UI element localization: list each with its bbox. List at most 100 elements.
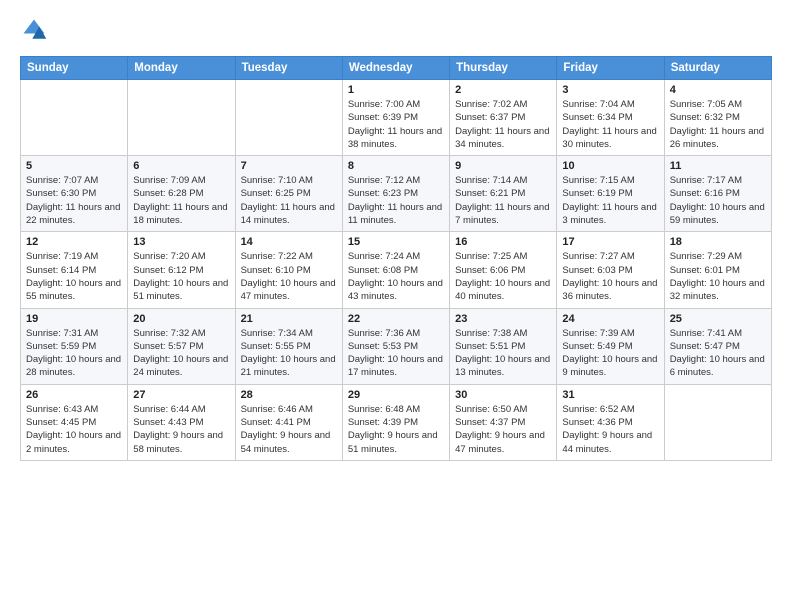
day-number: 11 (670, 160, 766, 172)
day-number: 9 (455, 160, 551, 172)
day-info: Sunrise: 6:44 AMSunset: 4:43 PMDaylight:… (133, 403, 229, 456)
day-number: 1 (348, 84, 444, 96)
day-of-week-header: Thursday (450, 57, 557, 80)
calendar-cell: 26 Sunrise: 6:43 AMSunset: 4:45 PMDayligh… (21, 384, 128, 460)
day-info: Sunrise: 6:50 AMSunset: 4:37 PMDaylight:… (455, 403, 551, 456)
calendar-week-row: 19 Sunrise: 7:31 AMSunset: 5:59 PMDayligh… (21, 308, 772, 384)
calendar-cell: 29 Sunrise: 6:48 AMSunset: 4:39 PMDayligh… (342, 384, 449, 460)
day-number: 2 (455, 84, 551, 96)
day-number: 8 (348, 160, 444, 172)
day-info: Sunrise: 7:02 AMSunset: 6:37 PMDaylight:… (455, 98, 551, 151)
logo (20, 16, 52, 44)
day-number: 15 (348, 236, 444, 248)
day-number: 29 (348, 389, 444, 401)
day-info: Sunrise: 7:27 AMSunset: 6:03 PMDaylight:… (562, 250, 658, 303)
logo-icon (20, 16, 48, 44)
calendar-cell: 17 Sunrise: 7:27 AMSunset: 6:03 PMDayligh… (557, 232, 664, 308)
day-info: Sunrise: 7:29 AMSunset: 6:01 PMDaylight:… (670, 250, 766, 303)
calendar-cell: 5 Sunrise: 7:07 AMSunset: 6:30 PMDaylight… (21, 156, 128, 232)
calendar-cell: 4Sunrise: 7:05 AMSunset: 6:32 PMDaylight… (664, 80, 771, 156)
calendar-cell: 18 Sunrise: 7:29 AMSunset: 6:01 PMDayligh… (664, 232, 771, 308)
day-number: 18 (670, 236, 766, 248)
day-info: Sunrise: 7:07 AMSunset: 6:30 PMDaylight:… (26, 174, 122, 227)
calendar-cell: 25 Sunrise: 7:41 AMSunset: 5:47 PMDayligh… (664, 308, 771, 384)
day-number: 20 (133, 313, 229, 325)
day-info: Sunrise: 7:38 AMSunset: 5:51 PMDaylight:… (455, 327, 551, 380)
day-number: 12 (26, 236, 122, 248)
day-number: 31 (562, 389, 658, 401)
calendar-week-row: 5 Sunrise: 7:07 AMSunset: 6:30 PMDaylight… (21, 156, 772, 232)
calendar-cell: 3 Sunrise: 7:04 AMSunset: 6:34 PMDaylight… (557, 80, 664, 156)
calendar-cell: 10 Sunrise: 7:15 AMSunset: 6:19 PMDayligh… (557, 156, 664, 232)
day-number: 24 (562, 313, 658, 325)
day-number: 26 (26, 389, 122, 401)
day-info: Sunrise: 7:09 AMSunset: 6:28 PMDaylight:… (133, 174, 229, 227)
days-header-row: SundayMondayTuesdayWednesdayThursdayFrid… (21, 57, 772, 80)
calendar-cell: 15 Sunrise: 7:24 AMSunset: 6:08 PMDayligh… (342, 232, 449, 308)
calendar-cell: 31Sunrise: 6:52 AMSunset: 4:36 PMDayligh… (557, 384, 664, 460)
calendar-cell: 13 Sunrise: 7:20 AMSunset: 6:12 PMDayligh… (128, 232, 235, 308)
calendar-cell: 6 Sunrise: 7:09 AMSunset: 6:28 PMDaylight… (128, 156, 235, 232)
day-info: Sunrise: 6:46 AMSunset: 4:41 PMDaylight:… (241, 403, 337, 456)
day-number: 3 (562, 84, 658, 96)
day-number: 27 (133, 389, 229, 401)
day-info: Sunrise: 7:22 AMSunset: 6:10 PMDaylight:… (241, 250, 337, 303)
calendar-week-row: 1 Sunrise: 7:00 AMSunset: 6:39 PMDaylight… (21, 80, 772, 156)
day-info: Sunrise: 7:34 AMSunset: 5:55 PMDaylight:… (241, 327, 337, 380)
day-info: Sunrise: 7:20 AMSunset: 6:12 PMDaylight:… (133, 250, 229, 303)
calendar-cell: 11Sunrise: 7:17 AMSunset: 6:16 PMDayligh… (664, 156, 771, 232)
calendar-cell (664, 384, 771, 460)
day-info: Sunrise: 7:10 AMSunset: 6:25 PMDaylight:… (241, 174, 337, 227)
day-number: 13 (133, 236, 229, 248)
calendar-cell: 16Sunrise: 7:25 AMSunset: 6:06 PMDayligh… (450, 232, 557, 308)
calendar-cell: 21 Sunrise: 7:34 AMSunset: 5:55 PMDayligh… (235, 308, 342, 384)
calendar-cell: 19 Sunrise: 7:31 AMSunset: 5:59 PMDayligh… (21, 308, 128, 384)
calendar-cell: 2 Sunrise: 7:02 AMSunset: 6:37 PMDaylight… (450, 80, 557, 156)
day-info: Sunrise: 7:00 AMSunset: 6:39 PMDaylight:… (348, 98, 444, 151)
day-of-week-header: Friday (557, 57, 664, 80)
day-number: 5 (26, 160, 122, 172)
day-info: Sunrise: 6:43 AMSunset: 4:45 PMDaylight:… (26, 403, 122, 456)
day-info: Sunrise: 7:14 AMSunset: 6:21 PMDaylight:… (455, 174, 551, 227)
header (20, 16, 772, 44)
calendar-cell: 1 Sunrise: 7:00 AMSunset: 6:39 PMDaylight… (342, 80, 449, 156)
day-of-week-header: Monday (128, 57, 235, 80)
day-info: Sunrise: 7:25 AMSunset: 6:06 PMDaylight:… (455, 250, 551, 303)
day-number: 10 (562, 160, 658, 172)
calendar-cell (128, 80, 235, 156)
calendar-cell (235, 80, 342, 156)
day-number: 21 (241, 313, 337, 325)
day-info: Sunrise: 6:48 AMSunset: 4:39 PMDaylight:… (348, 403, 444, 456)
calendar-cell: 22 Sunrise: 7:36 AMSunset: 5:53 PMDayligh… (342, 308, 449, 384)
day-number: 25 (670, 313, 766, 325)
calendar-table: SundayMondayTuesdayWednesdayThursdayFrid… (20, 56, 772, 461)
day-number: 19 (26, 313, 122, 325)
calendar-cell: 28Sunrise: 6:46 AMSunset: 4:41 PMDayligh… (235, 384, 342, 460)
day-info: Sunrise: 7:39 AMSunset: 5:49 PMDaylight:… (562, 327, 658, 380)
day-number: 4 (670, 84, 766, 96)
calendar-cell: 14Sunrise: 7:22 AMSunset: 6:10 PMDayligh… (235, 232, 342, 308)
day-number: 23 (455, 313, 551, 325)
day-info: Sunrise: 7:24 AMSunset: 6:08 PMDaylight:… (348, 250, 444, 303)
calendar-cell: 8 Sunrise: 7:12 AMSunset: 6:23 PMDaylight… (342, 156, 449, 232)
day-number: 22 (348, 313, 444, 325)
calendar-week-row: 12 Sunrise: 7:19 AMSunset: 6:14 PMDayligh… (21, 232, 772, 308)
day-info: Sunrise: 7:04 AMSunset: 6:34 PMDaylight:… (562, 98, 658, 151)
day-of-week-header: Sunday (21, 57, 128, 80)
calendar-cell: 24 Sunrise: 7:39 AMSunset: 5:49 PMDayligh… (557, 308, 664, 384)
calendar-cell: 9 Sunrise: 7:14 AMSunset: 6:21 PMDaylight… (450, 156, 557, 232)
day-number: 17 (562, 236, 658, 248)
day-info: Sunrise: 7:19 AMSunset: 6:14 PMDaylight:… (26, 250, 122, 303)
day-info: Sunrise: 7:15 AMSunset: 6:19 PMDaylight:… (562, 174, 658, 227)
day-info: Sunrise: 7:32 AMSunset: 5:57 PMDaylight:… (133, 327, 229, 380)
calendar-cell: 30Sunrise: 6:50 AMSunset: 4:37 PMDayligh… (450, 384, 557, 460)
day-info: Sunrise: 7:41 AMSunset: 5:47 PMDaylight:… (670, 327, 766, 380)
day-of-week-header: Tuesday (235, 57, 342, 80)
day-info: Sunrise: 7:12 AMSunset: 6:23 PMDaylight:… (348, 174, 444, 227)
day-number: 6 (133, 160, 229, 172)
day-info: Sunrise: 7:36 AMSunset: 5:53 PMDaylight:… (348, 327, 444, 380)
day-of-week-header: Wednesday (342, 57, 449, 80)
day-info: Sunrise: 7:31 AMSunset: 5:59 PMDaylight:… (26, 327, 122, 380)
calendar-week-row: 26 Sunrise: 6:43 AMSunset: 4:45 PMDayligh… (21, 384, 772, 460)
calendar-cell (21, 80, 128, 156)
